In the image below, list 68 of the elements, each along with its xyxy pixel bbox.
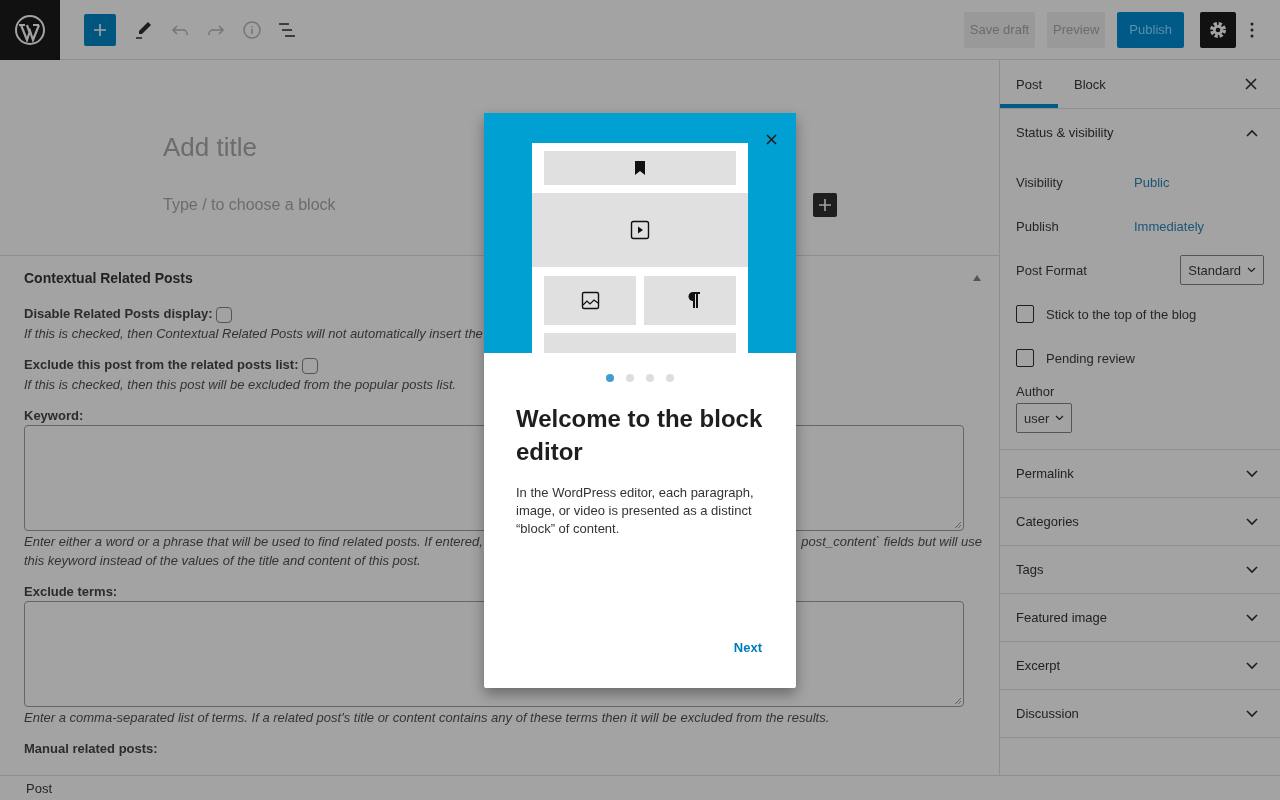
resize-handle-icon[interactable]	[954, 697, 962, 705]
pencil-icon[interactable]	[134, 19, 154, 40]
help-text: this keyword instead of the values of the title and content of this post.	[24, 553, 421, 569]
panel-title[interactable]: Tags	[1016, 562, 1044, 577]
setting-label: Post Format	[1016, 262, 1088, 278]
setting-link[interactable]: Immediately	[1134, 218, 1264, 234]
resize-handle-icon[interactable]	[954, 521, 962, 529]
setting-label: Visibility	[1016, 174, 1064, 190]
help-text: Enter either a word or a phrase that will be used to find related posts. If entered,	[24, 534, 483, 550]
field-label: Exclude this post from the related posts list:	[24, 357, 299, 372]
chevron-icon[interactable]	[1246, 517, 1258, 526]
settings-icon	[1208, 19, 1228, 40]
panel-title[interactable]: Discussion	[1016, 706, 1079, 721]
help-text: If this is checked, then this post will be excluded from the popular posts list.	[24, 377, 457, 393]
checkbox[interactable]	[301, 357, 318, 374]
help-text: post_content` fields but will use	[801, 534, 982, 550]
chevron-icon[interactable]	[1246, 613, 1258, 622]
collapse-icon[interactable]	[972, 274, 982, 282]
author-select[interactable]: user	[1016, 403, 1073, 433]
plus-icon	[92, 21, 108, 38]
panel-title[interactable]: Categories	[1016, 514, 1079, 529]
next-button[interactable]: Next	[723, 634, 772, 661]
chevron-icon[interactable]	[1246, 709, 1258, 718]
close-icon[interactable]	[1245, 78, 1257, 90]
page-indicator-dot[interactable]	[666, 374, 674, 382]
wordpress-icon	[14, 13, 46, 46]
chevron-icon[interactable]	[1246, 661, 1258, 670]
chevron-icon	[1247, 267, 1256, 273]
page-indicator-dot[interactable]	[626, 374, 634, 382]
close-icon	[765, 133, 777, 145]
wordpress-logo[interactable]	[0, 0, 60, 60]
sidebar-tab[interactable]: Post	[1000, 60, 1058, 108]
panel-title[interactable]: Excerpt	[1016, 658, 1061, 673]
author-label: Author	[1016, 384, 1056, 399]
checkbox[interactable]	[1016, 305, 1034, 323]
chevron-icon[interactable]	[1246, 469, 1258, 478]
panel-title[interactable]: Status & visibility	[1016, 125, 1114, 140]
chevron-icon	[1055, 415, 1065, 421]
field-label: Exclude terms:	[24, 584, 118, 599]
dialog-text: In the WordPress editor, each paragraph, image, or video is presented as a distinct “block” of content.	[516, 484, 755, 538]
field-label: Manual related posts:	[24, 741, 158, 756]
chevron-icon[interactable]	[1246, 565, 1258, 574]
metabox-title: Contextual Related Posts	[24, 270, 193, 286]
checkbox-label[interactable]: Stick to the top of the blog	[1046, 306, 1197, 322]
setting-label: Publish	[1016, 218, 1060, 234]
help-text: If this is checked, then Contextual Related Posts will not automatically insert the	[24, 326, 483, 342]
field-label: Keyword:	[24, 408, 84, 423]
breadcrumb[interactable]: Post	[26, 780, 52, 796]
page-indicator-dot[interactable]	[646, 374, 654, 382]
plus-icon	[818, 198, 832, 212]
help-text: Enter a comma-separated list of terms. If a related post's title or content contains any of these terms then it will be excluded from the results.	[24, 710, 830, 726]
checkbox-label[interactable]: Pending review	[1046, 350, 1135, 366]
settings-button[interactable]	[1200, 11, 1236, 48]
setting-link[interactable]: Public	[1134, 174, 1264, 190]
add-block-button[interactable]	[84, 13, 116, 46]
field-label: Disable Related Posts display:	[24, 306, 213, 321]
add-block-button[interactable]	[813, 193, 837, 217]
chevron-icon[interactable]	[1246, 128, 1258, 137]
post-format-select[interactable]: Standard	[1180, 255, 1264, 285]
sidebar-tab[interactable]: Block	[1058, 60, 1122, 108]
panel-title[interactable]: Featured image	[1016, 610, 1108, 625]
close-button[interactable]	[764, 132, 778, 146]
dialog-title: Welcome to the block editor	[516, 404, 764, 467]
panel-title[interactable]: Permalink	[1016, 466, 1074, 481]
page-indicator-dot[interactable]	[606, 374, 614, 382]
more-options-icon[interactable]	[1250, 21, 1254, 38]
checkbox[interactable]	[1016, 349, 1034, 367]
checkbox[interactable]	[215, 306, 232, 323]
